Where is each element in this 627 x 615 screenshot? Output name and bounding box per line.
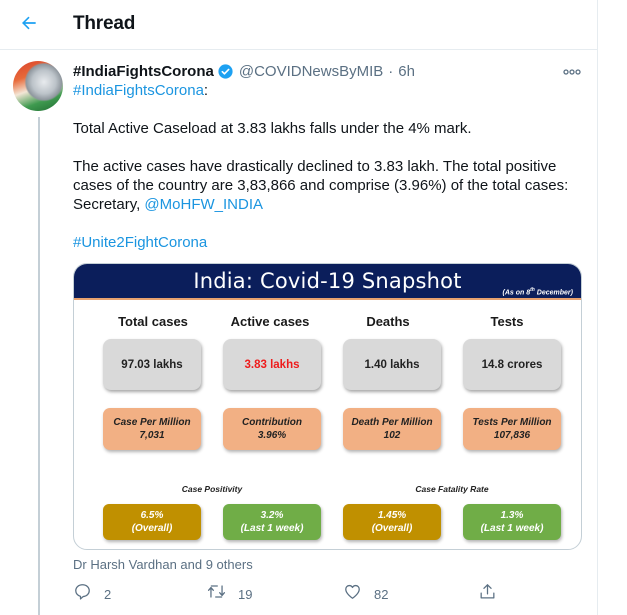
group-label-case-positivity: Case Positivity	[181, 484, 243, 494]
per-value: 107,836	[493, 430, 531, 441]
rate-value: 3.2%	[260, 510, 284, 521]
rate-period: (Overall)	[371, 523, 413, 534]
rate-value: 1.45%	[377, 510, 407, 521]
stat-total-cases: 97.03 lakhs	[103, 339, 201, 390]
column-heading-deaths: Deaths	[366, 314, 410, 329]
reply-button[interactable]: 2	[73, 583, 111, 605]
more-icon	[563, 62, 581, 80]
snapshot-banner: India: Covid-19 Snapshot (As on 8th Dece…	[74, 264, 581, 300]
heart-icon	[343, 582, 362, 606]
retweet-icon	[207, 582, 226, 606]
tweet-line-1: Total Active Caseload at 3.83 lakhs fall…	[73, 120, 472, 137]
rate-positivity-overall: 6.5% (Overall)	[103, 504, 201, 540]
snapshot-date: (As on 8th December)	[502, 287, 574, 297]
tweet-action-bar: 2 19 82	[73, 583, 513, 605]
author-display-name[interactable]: #IndiaFightsCorona	[73, 63, 214, 80]
rate-fatality-week: 1.3% (Last 1 week)	[463, 504, 561, 540]
stat-active-cases: 3.83 lakhs	[223, 339, 321, 390]
rate-value: 6.5%	[140, 510, 164, 521]
rate-period: (Last 1 week)	[480, 523, 544, 534]
rate-value: 1.3%	[500, 510, 524, 521]
author-handle[interactable]: @COVIDNewsByMIB	[239, 63, 383, 80]
per-box-death-per-million: Death Per Million 102	[343, 408, 441, 450]
stat-deaths: 1.40 lakhs	[343, 339, 441, 390]
per-label: Death Per Million	[351, 417, 433, 428]
tweet-timestamp[interactable]: 6h	[398, 63, 415, 80]
reply-icon	[73, 582, 92, 606]
per-label: Tests Per Million	[472, 417, 552, 428]
like-button[interactable]: 82	[343, 583, 388, 605]
per-box-contribution: Contribution 3.96%	[223, 408, 321, 450]
rate-period: (Overall)	[131, 523, 173, 534]
rate-positivity-week: 3.2% (Last 1 week)	[223, 504, 321, 540]
separator-dot: ·	[388, 62, 394, 80]
tweet-media-image[interactable]: India: Covid-19 Snapshot (As on 8th Dece…	[73, 263, 582, 550]
rate-fatality-overall: 1.45% (Overall)	[343, 504, 441, 540]
tweet-text: #IndiaFightsCorona: Total Active Caseloa…	[73, 81, 583, 252]
tweet-author-row: #IndiaFightsCorona @COVIDNewsByMIB · 6h	[73, 61, 415, 81]
mention-link[interactable]: @MoHFW_INDIA	[144, 196, 263, 213]
column-heading-active-cases: Active cases	[230, 314, 310, 329]
per-box-case-per-million: Case Per Million 7,031	[103, 408, 201, 450]
avatar[interactable]	[13, 61, 63, 111]
arrow-left-icon	[19, 13, 39, 38]
column-heading-total-cases: Total cases	[118, 314, 188, 329]
stat-tests: 14.8 crores	[463, 339, 561, 390]
retweet-button[interactable]: 19	[207, 583, 252, 605]
more-options-button[interactable]	[561, 63, 583, 79]
reply-count: 2	[104, 586, 112, 602]
page-title: Thread	[73, 13, 136, 34]
hashtag-link-unite[interactable]: #Unite2FightCorona	[73, 234, 207, 251]
rate-period: (Last 1 week)	[240, 523, 304, 534]
per-value: 102	[383, 430, 401, 441]
per-value: 3.96%	[257, 430, 287, 441]
per-label: Case Per Million	[113, 417, 191, 428]
retweet-count: 19	[238, 586, 253, 602]
page-header: Thread	[0, 0, 597, 50]
liked-by-text[interactable]: Dr Harsh Vardhan and 9 others	[73, 557, 253, 572]
like-count: 82	[374, 586, 389, 602]
thread-connector-line	[38, 117, 40, 615]
group-label-case-fatality-rate: Case Fatality Rate	[415, 484, 489, 494]
per-value: 7,031	[139, 430, 165, 441]
per-box-tests-per-million: Tests Per Million 107,836	[463, 408, 561, 450]
hashtag-link[interactable]: #IndiaFightsCorona	[73, 82, 204, 99]
column-divider	[597, 0, 598, 615]
per-label: Contribution	[242, 417, 302, 428]
verified-badge-icon	[217, 63, 234, 80]
share-icon	[478, 582, 497, 606]
column-heading-tests: Tests	[490, 314, 524, 329]
hashtag-suffix: :	[203, 82, 209, 99]
back-button[interactable]	[14, 10, 44, 40]
share-button[interactable]	[478, 583, 497, 605]
